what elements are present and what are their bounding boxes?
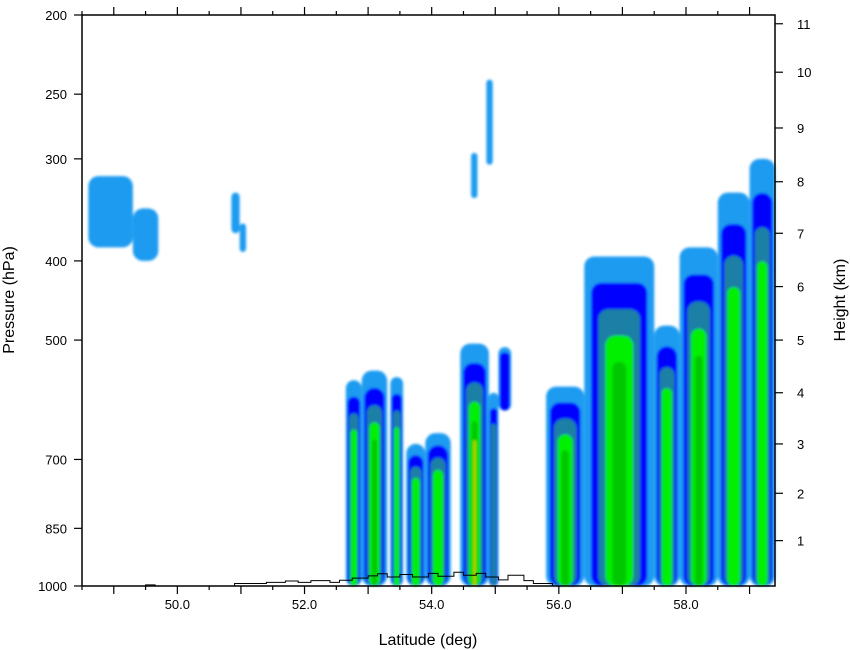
cloud-cell-7-level-4 (371, 439, 378, 586)
cloud-cell-18-level-3 (727, 287, 741, 586)
pressure-tick-label: 1000 (38, 579, 67, 594)
cloud-cell-3-level-0 (239, 223, 247, 252)
height-tick-label: 1 (797, 534, 804, 549)
cloud-cell-12-level-2 (490, 423, 497, 586)
x-tick-label: 52.0 (292, 597, 317, 612)
height-tick-label: 9 (797, 121, 804, 136)
height-tick-label: 10 (797, 65, 811, 80)
height-tick-label: 7 (797, 226, 804, 241)
x-axis-title: Latitude (deg) (379, 632, 478, 649)
cloud-cell-5-level-0 (486, 79, 493, 165)
x-tick-label: 56.0 (546, 597, 571, 612)
x-tick-label: 54.0 (419, 597, 444, 612)
height-tick-label: 5 (797, 333, 804, 348)
cloud-cell-14-level-4 (561, 450, 570, 586)
height-tick-label: 3 (797, 437, 804, 452)
pressure-tick-label: 200 (45, 8, 67, 23)
cloud-cell-9-level-3 (411, 478, 420, 586)
x-tick-label: 58.0 (673, 597, 698, 612)
pressure-tick-label: 500 (45, 333, 67, 348)
pressure-tick-label: 400 (45, 254, 67, 269)
cloud-cell-2-level-0 (231, 192, 240, 234)
pressure-tick-label: 700 (45, 452, 67, 467)
x-tick-label: 50.0 (165, 597, 190, 612)
cloud-cell-11-level-5 (473, 440, 476, 586)
cloud-cell-4-level-0 (471, 152, 478, 199)
cross-section-chart: 50.0 52.0 54.0 56.0 58.0 200 250 300 400 500 700 8… (0, 0, 850, 650)
pressure-tick-label: 300 (45, 152, 67, 167)
cloud-cell-8-level-3 (394, 427, 400, 586)
pressure-tick-label: 250 (45, 87, 67, 102)
y-axis-title: Pressure (hPa) (1, 246, 18, 354)
cloud-cell-6-level-3 (350, 429, 357, 586)
cloud-cell-16-level-3 (661, 388, 673, 586)
cloud-cell-17-level-4 (694, 355, 703, 586)
pressure-tick-label: 850 (45, 521, 67, 536)
cloud-cell-10-level-3 (432, 469, 444, 586)
height-tick-label: 8 (797, 175, 804, 190)
cloud-cell-15-level-4 (612, 361, 627, 586)
cloud-cell-0-level-0 (88, 176, 133, 248)
height-tick-label: 4 (797, 386, 804, 401)
y2-axis-title: Height (km) (832, 259, 849, 342)
height-tick-label: 6 (797, 280, 804, 295)
height-tick-label: 11 (797, 17, 811, 32)
cloud-cell-19-level-3 (757, 261, 768, 586)
cloud-cell-13-level-1 (499, 352, 510, 411)
height-tick-label: 2 (797, 486, 804, 501)
cloud-cell-1-level-0 (132, 208, 159, 261)
